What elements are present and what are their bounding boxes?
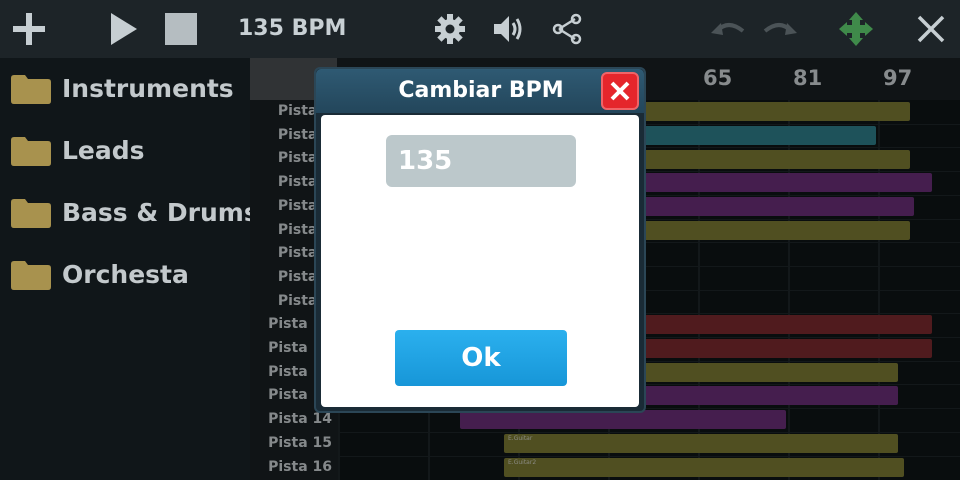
move-button[interactable] [836, 0, 876, 58]
play-icon [111, 13, 137, 45]
folder-label: Orchesta [62, 259, 189, 289]
undo-button[interactable] [708, 0, 748, 58]
close-icon [610, 81, 630, 101]
folder-orchesta[interactable]: Orchesta [0, 246, 250, 302]
folder-icon [11, 137, 51, 166]
ok-button[interactable]: Ok [395, 330, 567, 386]
folder-icon [11, 261, 51, 290]
redo-icon [763, 23, 797, 35]
folder-bass-drums[interactable]: Bass & Drums [0, 184, 259, 240]
change-bpm-dialog: Cambiar BPM Ok [314, 67, 646, 413]
folder-icon [11, 199, 51, 228]
volume-icon [494, 16, 522, 42]
folder-instruments[interactable]: Instruments [0, 60, 250, 116]
settings-icon [435, 14, 465, 44]
folder-label: Leads [62, 135, 145, 165]
undo-icon [711, 23, 745, 35]
add-button[interactable] [10, 0, 48, 58]
folder-leads[interactable]: Leads [0, 122, 250, 178]
close-icon [917, 15, 945, 43]
volume-button[interactable] [490, 0, 528, 58]
stop-button[interactable] [162, 0, 200, 58]
toolbar: 135 BPM [0, 0, 960, 58]
dialog-close-button[interactable] [601, 72, 639, 110]
settings-button[interactable] [432, 0, 468, 58]
redo-button[interactable] [760, 0, 800, 58]
folder-label: Bass & Drums [62, 197, 259, 227]
share-icon [552, 13, 582, 45]
instrument-sidebar: Instruments Leads Bass & Drums Orchesta [0, 58, 259, 480]
dialog-header: Cambiar BPM [316, 69, 644, 113]
exit-button[interactable] [912, 0, 950, 58]
folder-icon [11, 75, 51, 104]
bpm-input[interactable] [386, 135, 576, 187]
stop-icon [165, 13, 197, 45]
folder-label: Instruments [62, 73, 234, 103]
share-button[interactable] [548, 0, 586, 58]
play-button[interactable] [104, 0, 142, 58]
move-icon [839, 12, 873, 46]
add-icon [13, 13, 45, 45]
dialog-body: Ok [321, 115, 639, 407]
dialog-title: Cambiar BPM [398, 78, 564, 103]
bpm-display[interactable]: 135 BPM [238, 0, 346, 58]
